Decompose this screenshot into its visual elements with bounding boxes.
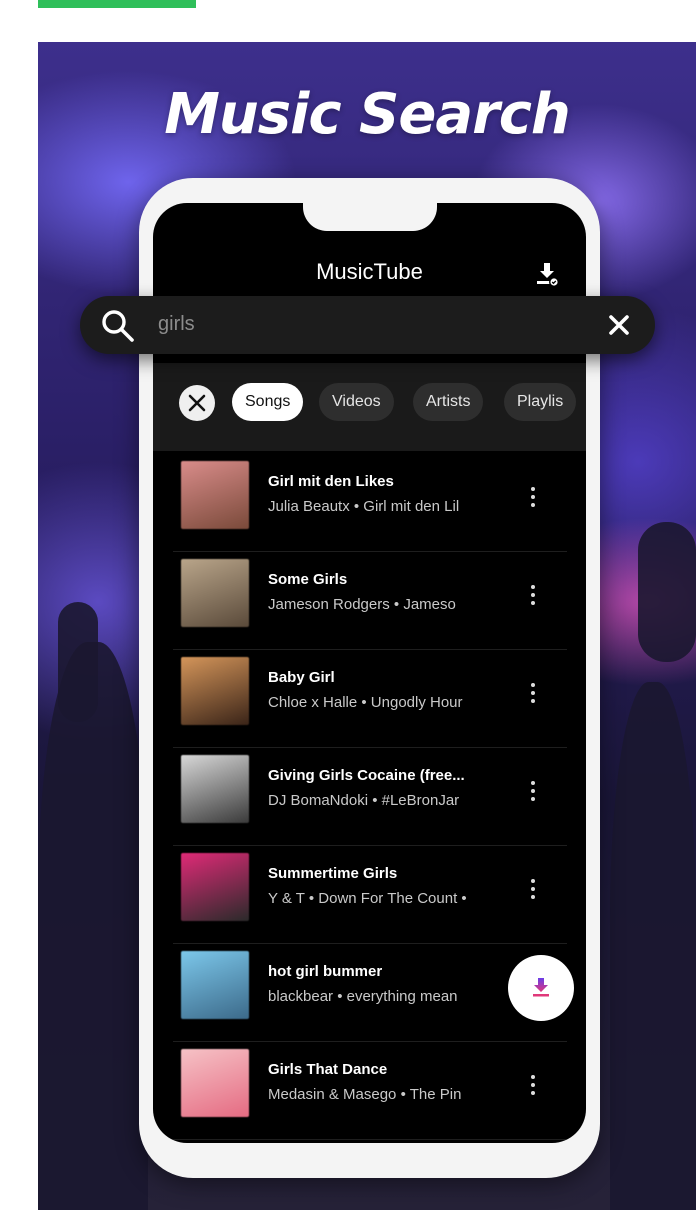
song-subtitle: Medasin & Masego • The Pin (268, 1086, 462, 1103)
album-art (181, 657, 249, 725)
song-title: Some Girls (268, 571, 348, 588)
result-row[interactable]: Giving Girls Cocaine (free... DJ BomaNdok… (173, 747, 567, 846)
song-title: Baby Girl (268, 669, 335, 686)
more-vertical-icon[interactable] (527, 583, 539, 607)
more-vertical-icon[interactable] (527, 681, 539, 705)
download-icon (533, 978, 549, 997)
filter-chip-playlists[interactable]: Playlis (504, 383, 577, 421)
filter-chip-songs[interactable]: Songs (232, 383, 304, 421)
result-row[interactable]: Baby Girl Chloe x Halle • Ungodly Hour (173, 649, 567, 748)
album-art (181, 853, 249, 921)
result-row[interactable]: Girls That Dance Medasin & Masego • The P… (173, 1041, 567, 1140)
search-input[interactable]: girls (158, 313, 195, 336)
song-subtitle: Y & T • Down For The Count • (268, 890, 467, 907)
song-title: Girl mit den Likes (268, 473, 394, 490)
phone-notch (303, 203, 437, 231)
search-icon (102, 310, 134, 342)
crowd-silhouette (38, 642, 148, 1210)
song-title: Giving Girls Cocaine (free... (268, 767, 465, 784)
app-title: MusicTube (316, 259, 423, 284)
song-subtitle: Jameson Rodgers • Jameso (268, 596, 456, 613)
more-vertical-icon[interactable] (527, 877, 539, 901)
album-art (181, 951, 249, 1019)
result-row[interactable]: Some Girls Jameson Rodgers • Jameso (173, 551, 567, 650)
crowd-silhouette (58, 602, 98, 722)
green-banner (38, 0, 196, 8)
clear-filters-button[interactable] (179, 385, 215, 421)
crowd-silhouette (610, 682, 696, 1210)
crowd-silhouette (638, 522, 696, 662)
song-title: hot girl bummer (268, 963, 383, 980)
more-vertical-icon[interactable] (527, 485, 539, 509)
result-row[interactable]: Summertime Girls Y & T • Down For The Cou… (173, 845, 567, 944)
song-subtitle: Julia Beautx • Girl mit den Lil (268, 498, 460, 515)
result-row[interactable]: Girl mit den Likes Julia Beautx • Girl mi… (173, 453, 567, 552)
album-art (181, 1049, 249, 1117)
album-art (181, 559, 249, 627)
download-fab[interactable] (508, 955, 574, 1021)
filter-chip-artists[interactable]: Artists (413, 383, 484, 421)
song-subtitle: Chloe x Halle • Ungodly Hour (268, 694, 463, 711)
more-vertical-icon[interactable] (527, 1073, 539, 1097)
poster-title: Music Search (164, 82, 571, 147)
close-icon[interactable] (607, 313, 631, 337)
filter-chip-videos[interactable]: Videos (319, 383, 394, 421)
song-title: Girls That Dance (268, 1061, 388, 1078)
search-bar[interactable]: girls (80, 296, 655, 354)
album-art (181, 461, 249, 529)
more-vertical-icon[interactable] (527, 779, 539, 803)
song-subtitle: blackbear • everything mean (268, 988, 458, 1005)
close-icon (188, 394, 206, 412)
song-subtitle: DJ BomaNdoki • #LeBronJar (268, 792, 460, 809)
album-art (181, 755, 249, 823)
song-title: Summertime Girls (268, 865, 398, 882)
download-icon[interactable] (535, 261, 559, 287)
